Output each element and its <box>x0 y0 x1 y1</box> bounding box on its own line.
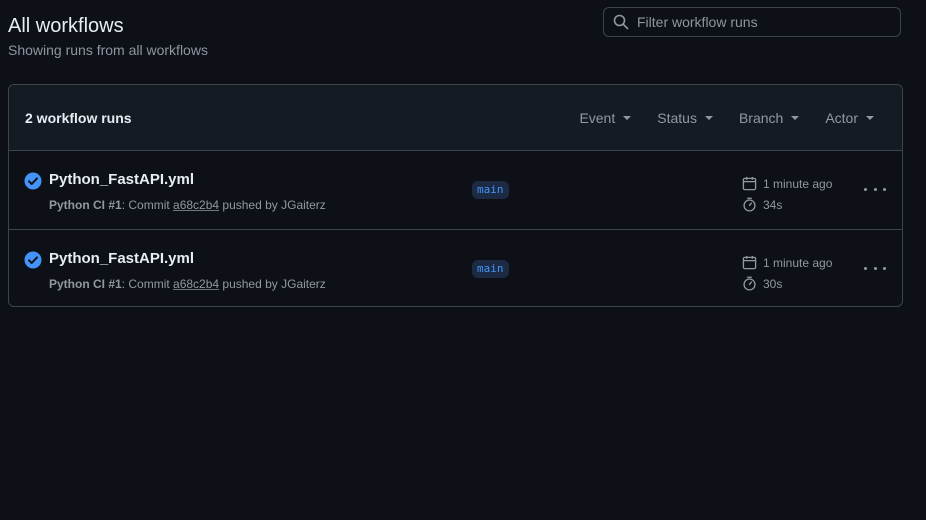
workflow-runs-box: 2 workflow runs Event Status Branch Acto… <box>8 84 903 307</box>
branch-label[interactable]: main <box>472 260 509 278</box>
workflow-run-row[interactable]: Python_FastAPI.yml Python CI #1: Commit … <box>9 229 902 306</box>
run-actor-text: pushed by JGaiterz <box>219 198 326 212</box>
filter-status-dropdown[interactable]: Status <box>657 110 713 126</box>
branch-label[interactable]: main <box>472 181 509 199</box>
runs-count: 2 workflow runs <box>25 109 132 126</box>
run-filters: Event Status Branch Actor <box>553 85 874 150</box>
filter-label: Event <box>579 109 616 126</box>
stopwatch-icon <box>743 197 756 212</box>
filter-label: Status <box>657 109 697 126</box>
run-duration: 30s <box>763 276 783 291</box>
filter-event-dropdown[interactable]: Event <box>579 109 632 126</box>
triangle-down-icon <box>704 116 713 120</box>
kebab-horizontal-icon[interactable] <box>864 259 886 277</box>
filter-label: Branch <box>738 109 784 126</box>
calendar-icon <box>742 176 757 191</box>
run-timing: 1 minute ago 30s <box>742 252 832 294</box>
run-timing: 1 minute ago 34s <box>742 173 832 215</box>
runs-box-header: 2 workflow runs Event Status Branch Acto… <box>9 85 902 151</box>
run-actor-text: pushed by JGaiterz <box>219 277 326 291</box>
run-workflow-ref: Python CI #1 <box>49 277 122 291</box>
run-title-link[interactable]: Python_FastAPI.yml <box>49 171 194 188</box>
run-commit-prefix: : Commit <box>121 198 174 212</box>
run-workflow-ref: Python CI #1 <box>49 198 122 212</box>
filter-actor-dropdown[interactable]: Actor <box>825 110 874 126</box>
filter-label: Actor <box>825 109 858 126</box>
page-header: All workflows Showing runs from all work… <box>8 12 208 58</box>
page-title: All workflows <box>8 15 124 37</box>
triangle-down-icon <box>623 116 632 120</box>
run-meta: Python CI #1: Commit a68c2b4 pushed by J… <box>49 277 326 291</box>
run-meta: Python CI #1: Commit a68c2b4 pushed by J… <box>49 198 326 212</box>
stopwatch-icon <box>743 276 756 291</box>
run-commit-prefix: : Commit <box>121 277 174 291</box>
check-circle-icon <box>24 251 42 269</box>
search-icon <box>613 14 629 30</box>
search-input[interactable] <box>637 14 887 30</box>
workflow-run-row[interactable]: Python_FastAPI.yml Python CI #1: Commit … <box>9 151 902 229</box>
run-title-link[interactable]: Python_FastAPI.yml <box>49 250 194 267</box>
triangle-down-icon <box>791 116 800 120</box>
triangle-down-icon <box>866 116 874 120</box>
kebab-horizontal-icon[interactable] <box>864 180 886 198</box>
run-time-ago: 1 minute ago <box>763 176 833 191</box>
calendar-icon <box>742 255 757 270</box>
page-subtitle: Showing runs from all workflows <box>8 42 208 58</box>
commit-sha-link[interactable]: a68c2b4 <box>173 277 219 291</box>
filter-branch-dropdown[interactable]: Branch <box>738 109 800 126</box>
commit-sha-link[interactable]: a68c2b4 <box>173 198 219 212</box>
filter-runs-search[interactable] <box>603 7 901 37</box>
run-time-ago: 1 minute ago <box>763 255 833 270</box>
run-duration: 34s <box>763 197 783 212</box>
check-circle-icon <box>24 172 42 190</box>
